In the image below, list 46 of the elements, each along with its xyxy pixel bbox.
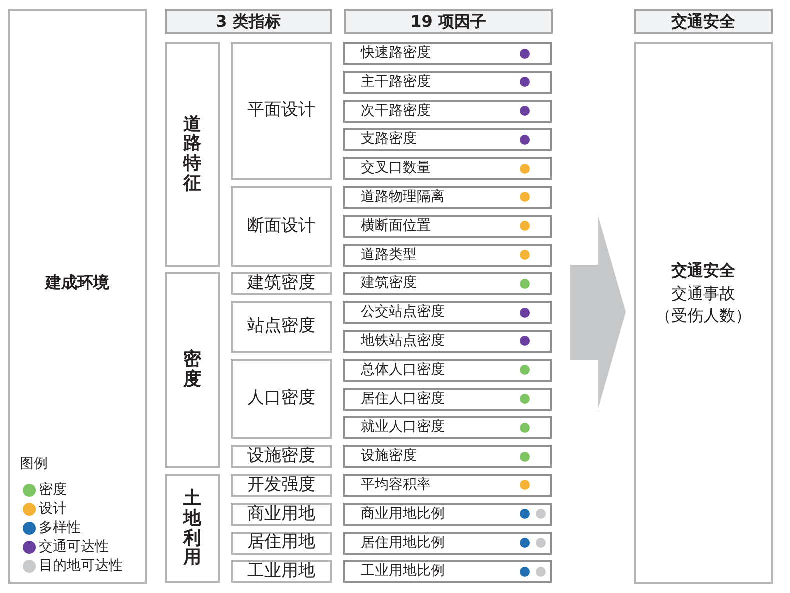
indicator-cell: 站点密度 xyxy=(231,301,332,353)
category-label: 密度 xyxy=(184,350,202,390)
legend-label: 设计 xyxy=(39,500,67,519)
legend-label: 交通可达性 xyxy=(39,538,109,557)
environment-title: 建成环境 xyxy=(46,272,110,294)
factor-label: 地铁站点密度 xyxy=(361,332,445,351)
legend-title: 图例 xyxy=(20,455,49,474)
column-header: 3 类指标 xyxy=(165,9,332,34)
indicator-cell: 设施密度 xyxy=(231,445,332,468)
outcome-title: 交通安全 xyxy=(672,260,736,282)
factor-label: 建筑密度 xyxy=(361,274,417,294)
factor-label: 支路密度 xyxy=(361,130,417,150)
indicator-cell: 断面设计 xyxy=(231,186,332,267)
column-header: 19 项因子 xyxy=(344,9,553,34)
factor-label: 快速路密度 xyxy=(361,44,431,63)
indicator-cell: 商业用地 xyxy=(231,502,332,526)
factor-label: 次干路密度 xyxy=(361,102,431,121)
column-header: 交通安全 xyxy=(634,9,773,34)
factor-label: 居住人口密度 xyxy=(361,390,445,409)
factor-label: 工业用地比例 xyxy=(361,562,445,582)
legend-label: 多样性 xyxy=(39,519,81,538)
factor-label: 道路类型 xyxy=(361,246,417,265)
factor-label: 设施密度 xyxy=(361,447,417,466)
factor-label: 公交站点密度 xyxy=(361,303,445,322)
factor-label: 道路物理隔离 xyxy=(361,188,445,207)
factor-label: 主干路密度 xyxy=(361,72,431,92)
category-label: 道路特征 xyxy=(184,114,202,194)
indicator-cell: 建筑密度 xyxy=(231,272,332,296)
factor-label: 交叉口数量 xyxy=(361,159,431,178)
factor-label: 就业人口密度 xyxy=(361,418,445,438)
indicator-cell: 人口密度 xyxy=(231,358,332,440)
category-label: 土地利用 xyxy=(184,489,202,568)
legend-label: 密度 xyxy=(39,481,67,500)
factor-label: 横断面位置 xyxy=(361,216,431,236)
arrow-icon xyxy=(570,215,626,410)
indicator-cell: 工业用地 xyxy=(231,560,332,584)
legend-label: 目的地可达性 xyxy=(39,557,123,576)
factor-label: 商业用地比例 xyxy=(361,504,445,524)
indicator-cell: 居住用地 xyxy=(231,532,332,555)
outcome-text: （受伤人数） xyxy=(656,305,752,327)
indicator-cell: 平面设计 xyxy=(231,42,332,180)
factor-label: 平均容积率 xyxy=(361,476,431,495)
indicator-cell: 开发强度 xyxy=(231,474,332,497)
outcome-text: 交通事故 xyxy=(672,283,736,305)
factor-label: 居住用地比例 xyxy=(361,534,445,553)
factor-label: 总体人口密度 xyxy=(361,360,445,380)
